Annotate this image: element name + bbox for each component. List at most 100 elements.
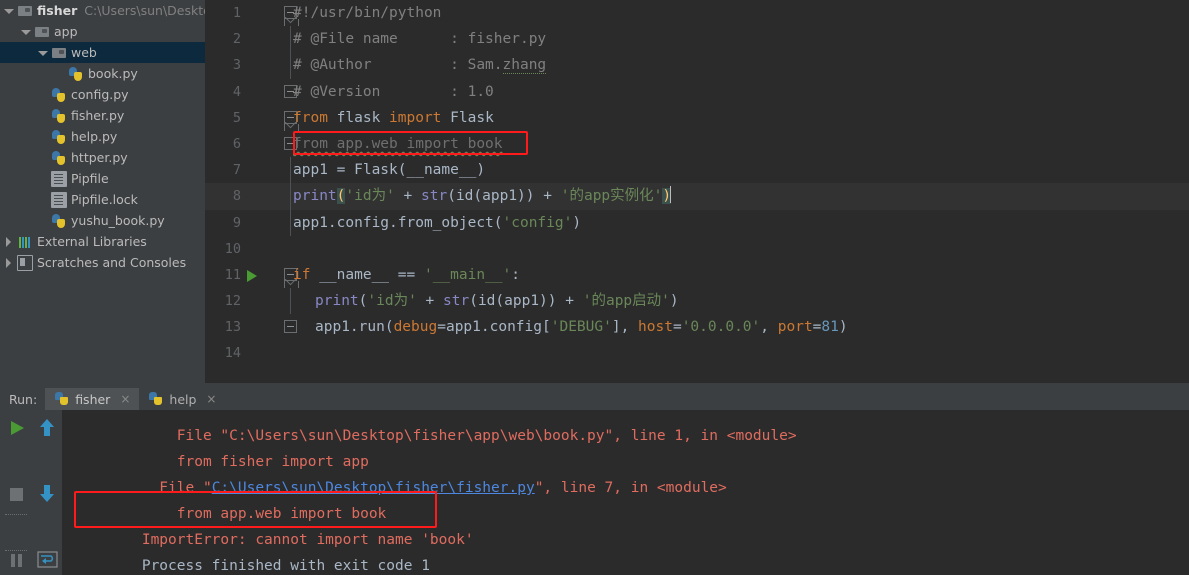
libraries-icon <box>17 234 33 250</box>
fold-region-line <box>290 183 291 210</box>
code-line[interactable]: 12 print('id为' + str(id(app1)) + '的app启动… <box>205 288 1189 315</box>
code-line[interactable]: 14 <box>205 340 1189 366</box>
tree-item-help-py[interactable]: help.py <box>0 126 205 147</box>
chevron-right-icon[interactable] <box>4 257 14 268</box>
code-text: if __name__ == '__main__': <box>293 266 521 283</box>
fold-region-line <box>290 52 291 79</box>
stop-icon <box>10 488 23 501</box>
python-file-icon <box>51 213 67 229</box>
tree-item-app[interactable]: app <box>0 21 205 42</box>
code-line[interactable]: 13 app1.run(debug=app1.config['DEBUG'], … <box>205 314 1189 340</box>
tree-item-config-py[interactable]: config.py <box>0 84 205 105</box>
run-gutter-icon[interactable] <box>247 269 257 282</box>
tree-item-pipfile-lock[interactable]: Pipfile.lock <box>0 189 205 210</box>
pause-icon <box>11 554 22 567</box>
code-line[interactable]: 7 app1 = Flask(__name__) <box>205 157 1189 184</box>
tree-item-label: Scratches and Consoles <box>37 255 187 270</box>
soft-wrap-icon <box>37 551 58 568</box>
tree-item-httper-py[interactable]: httper.py <box>0 147 205 168</box>
line-number: 3 <box>232 57 241 74</box>
tree-item-label: book.py <box>88 66 138 81</box>
close-icon[interactable]: × <box>206 392 216 406</box>
line-number: 1 <box>232 5 241 21</box>
line-number: 5 <box>232 109 241 126</box>
line-number: 10 <box>224 240 241 257</box>
python-icon <box>149 392 163 406</box>
tree-item-pipfile[interactable]: Pipfile <box>0 168 205 189</box>
code-line-active[interactable]: 8 print('id为' + str(id(app1)) + '的app实例化… <box>205 183 1189 210</box>
play-icon <box>11 421 24 435</box>
code-line[interactable]: 10 <box>205 236 1189 262</box>
up-stacktrace-button[interactable] <box>32 412 63 445</box>
tree-item-book-py[interactable]: book.py <box>0 63 205 84</box>
code-text: app1.run(debug=app1.config['DEBUG'], hos… <box>315 319 848 336</box>
code-text: # @Version : 1.0 <box>293 83 494 100</box>
code-line[interactable]: 1 #!/usr/bin/python <box>205 0 1189 26</box>
run-tab-fisher[interactable]: fisher × <box>45 388 140 410</box>
python-icon <box>55 392 69 406</box>
code-line[interactable]: 5 from flask import Flask <box>205 105 1189 131</box>
line-number: 11 <box>224 266 241 283</box>
tree-item-fisher-py[interactable]: fisher.py <box>0 105 205 126</box>
line-number: 8 <box>232 188 241 205</box>
chevron-down-icon[interactable] <box>4 6 14 16</box>
python-file-icon <box>51 150 67 166</box>
code-line[interactable]: 9 app1.config.from_object('config') <box>205 209 1189 236</box>
pause-button[interactable] <box>1 544 32 575</box>
line-number: 2 <box>232 31 241 48</box>
chevron-down-icon[interactable] <box>38 48 48 58</box>
code-line[interactable]: 3 # @Author : Sam.zhang <box>205 52 1189 79</box>
code-text: #!/usr/bin/python <box>293 5 442 21</box>
run-console-output[interactable]: File "C:\Users\sun\Desktop\fisher\app\we… <box>62 410 1189 575</box>
line-number: 7 <box>232 162 241 179</box>
stop-button[interactable] <box>1 478 32 511</box>
run-tab-help[interactable]: help × <box>139 388 226 410</box>
tree-item-scratches-and-consoles[interactable]: Scratches and Consoles <box>0 252 205 273</box>
code-line[interactable]: 6 from app.web import book <box>205 131 1189 157</box>
project-tree-panel[interactable]: fisher C:\Users\sun\Desktop app web book.py c… <box>0 0 205 388</box>
run-toolbar[interactable] <box>0 410 62 575</box>
tree-item-yushu-book-py[interactable]: yushu_book.py <box>0 210 205 231</box>
chevron-right-icon[interactable] <box>4 236 14 247</box>
code-line[interactable]: 4 # @Version : 1.0 <box>205 79 1189 105</box>
run-tab-bar[interactable]: Run: fisher × help × <box>0 388 1189 410</box>
code-text: # @Author : Sam.zhang <box>293 57 547 75</box>
console-file-link[interactable]: C:\Users\sun\Desktop\fisher\fisher.py <box>212 480 535 496</box>
console-line-clipped: File "C:\Users\sun\Desktop\fisher\app\we… <box>62 410 1189 444</box>
tree-item-web[interactable]: web <box>0 42 205 63</box>
tree-item-label: External Libraries <box>37 234 147 249</box>
tree-item-label: yushu_book.py <box>71 213 165 228</box>
fold-region-line <box>290 157 291 184</box>
down-stacktrace-button[interactable] <box>32 478 63 511</box>
line-number: 12 <box>224 293 241 310</box>
tree-item-label: fisher.py <box>71 108 125 123</box>
folder-icon <box>17 3 33 19</box>
tree-item-fisher[interactable]: fisher C:\Users\sun\Desktop <box>0 0 205 21</box>
code-editor[interactable]: 1 #!/usr/bin/python 2 # @File name : fis… <box>205 0 1189 383</box>
code-line[interactable]: 2 # @File name : fisher.py <box>205 26 1189 53</box>
sidebar-horizontal-scrollbar-track[interactable] <box>0 374 205 385</box>
chevron-down-icon[interactable] <box>21 27 31 37</box>
arrow-up-icon <box>40 419 54 436</box>
line-number: 6 <box>232 135 241 152</box>
folder-icon <box>34 24 50 40</box>
rerun-button[interactable] <box>1 412 32 445</box>
run-tool-window: Run: fisher × help × File "C:\Users\sun\… <box>0 388 1189 575</box>
fold-marker-icon[interactable] <box>284 320 297 334</box>
tree-item-label: web <box>71 45 97 60</box>
project-tree[interactable]: fisher C:\Users\sun\Desktop app web book.py c… <box>0 0 205 273</box>
folder-icon <box>51 45 67 61</box>
soft-wrap-button[interactable] <box>32 544 63 575</box>
pycharm-window: fisher C:\Users\sun\Desktop app web book.py c… <box>0 0 1189 575</box>
code-line[interactable]: 11 if __name__ == '__main__': <box>205 262 1189 288</box>
run-tab-label: help <box>169 391 197 407</box>
fold-region-line <box>290 26 291 53</box>
tree-item-label: Pipfile.lock <box>71 192 138 207</box>
close-icon[interactable]: × <box>120 392 130 406</box>
tree-item-external-libraries[interactable]: External Libraries <box>0 231 205 252</box>
python-file-icon <box>51 108 67 124</box>
fold-region-line <box>290 288 291 315</box>
